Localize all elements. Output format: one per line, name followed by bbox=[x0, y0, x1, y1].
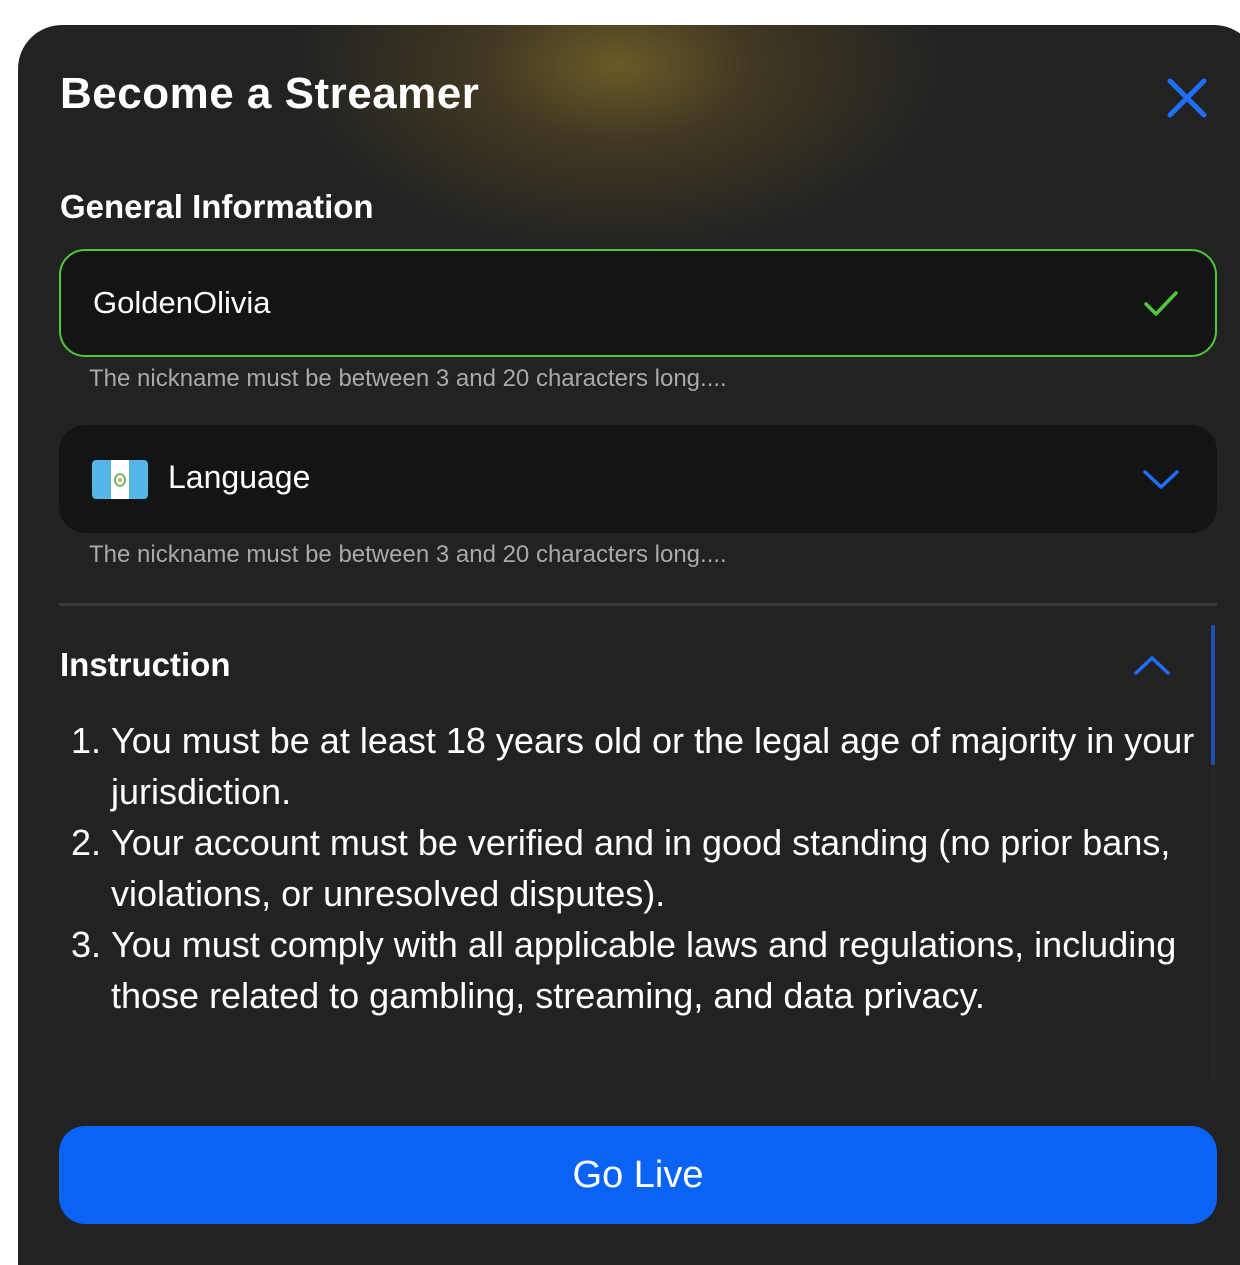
instruction-item: You must comply with all applicable laws… bbox=[67, 919, 1177, 1016]
nickname-hint: The nickname must be between 3 and 20 ch… bbox=[89, 365, 727, 392]
language-label: Language bbox=[168, 459, 311, 495]
instruction-collapse-toggle[interactable] bbox=[1132, 651, 1172, 679]
instruction-list: You must be at least 18 years old or the… bbox=[60, 715, 1211, 1021]
instruction-item: You must be at least 18 years old or the… bbox=[67, 715, 1195, 812]
nickname-input[interactable] bbox=[93, 251, 1093, 355]
chevron-up-icon bbox=[1134, 656, 1170, 675]
general-information-heading: General Information bbox=[60, 188, 374, 225]
close-icon bbox=[1167, 78, 1207, 118]
guatemala-flag-icon bbox=[92, 460, 148, 499]
nickname-field[interactable] bbox=[59, 249, 1217, 357]
language-select[interactable]: Language bbox=[59, 425, 1217, 533]
close-button[interactable] bbox=[1158, 69, 1216, 127]
go-live-button[interactable]: Go Live bbox=[59, 1126, 1217, 1224]
chevron-down-icon bbox=[1143, 470, 1179, 489]
instruction-heading: Instruction bbox=[60, 646, 231, 683]
become-streamer-modal: Become a Streamer General Information Th… bbox=[18, 25, 1240, 1265]
modal-title: Become a Streamer bbox=[60, 69, 480, 118]
instruction-item: Your account must be verified and in goo… bbox=[67, 817, 1171, 914]
language-hint: The nickname must be between 3 and 20 ch… bbox=[89, 541, 727, 568]
check-icon bbox=[1144, 291, 1178, 316]
instruction-scrollbar-thumb[interactable] bbox=[1211, 625, 1215, 765]
section-divider bbox=[59, 603, 1217, 606]
